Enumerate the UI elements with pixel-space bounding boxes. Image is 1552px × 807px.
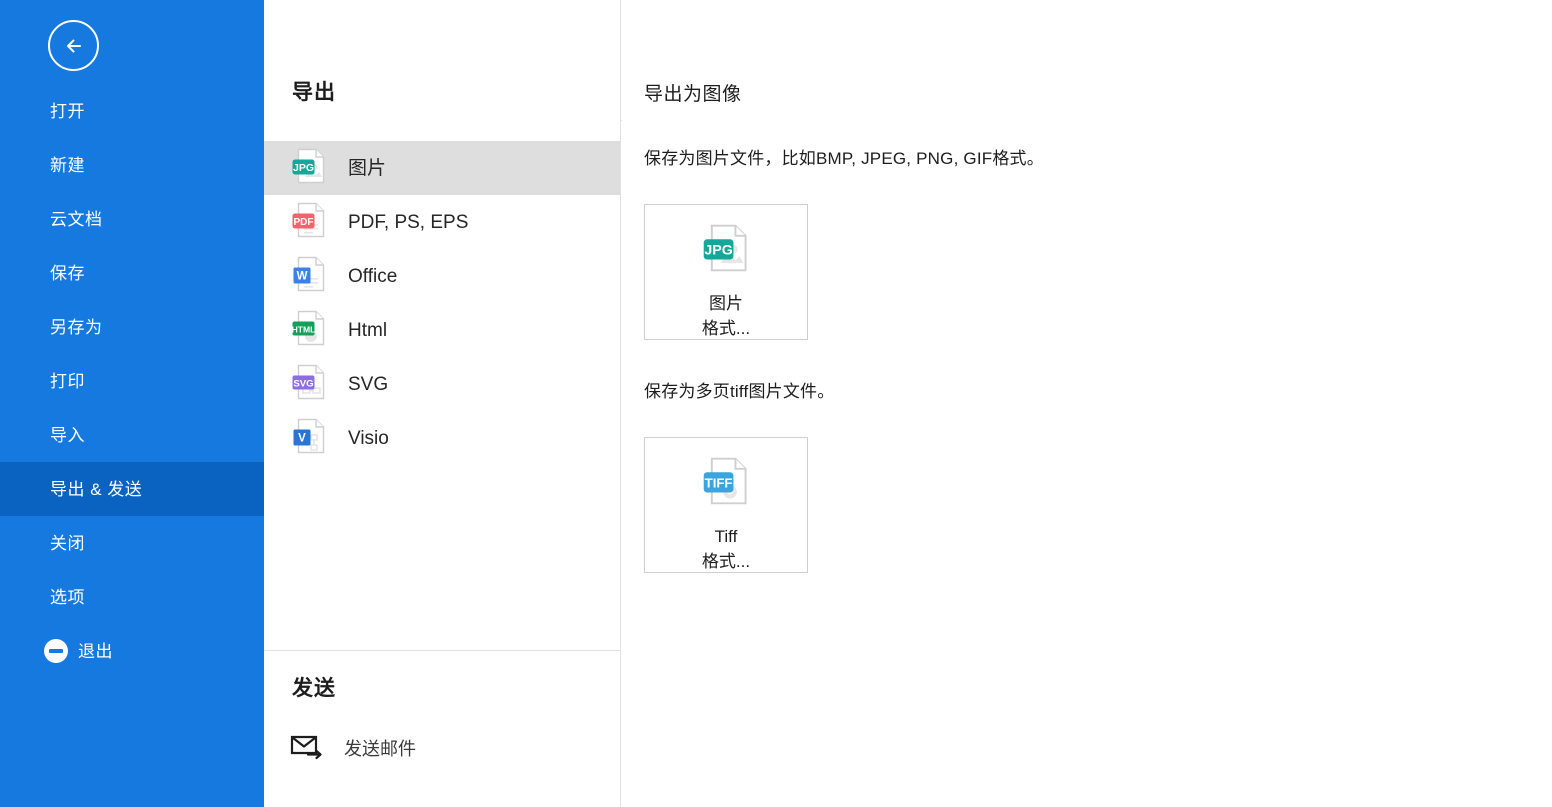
svg-text:V: V — [298, 432, 306, 444]
pdf-file-icon: PDF — [290, 200, 328, 245]
tile-caption-line2: 格式... — [701, 318, 751, 338]
back-arrow-icon — [60, 32, 88, 60]
no-entry-icon — [44, 639, 68, 663]
tile-caption-line1: Tiff — [714, 527, 738, 546]
sidebar-item-exit[interactable]: 退出 — [0, 624, 264, 678]
export-heading: 导出 — [292, 81, 336, 104]
send-item-label: 发送邮件 — [344, 739, 416, 759]
svg-text:TIFF: TIFF — [705, 475, 733, 490]
svg-text:JPG: JPG — [293, 161, 314, 173]
format-item-label: 图片 — [348, 157, 387, 179]
tiff-export-description: 保存为多页tiff图片文件。 — [644, 382, 835, 401]
jpg-file-icon: JPG — [700, 221, 752, 280]
html-file-icon: HTML — [290, 308, 328, 353]
format-item-label: PDF, PS, EPS — [348, 211, 469, 233]
format-item-visio[interactable]: V Visio — [264, 411, 620, 465]
sidebar-item-save-as[interactable]: 另存为 — [0, 300, 264, 354]
tile-caption-line2: 格式... — [701, 551, 751, 571]
mail-send-icon — [290, 732, 324, 767]
sidebar-item-print[interactable]: 打印 — [0, 354, 264, 408]
jpg-file-icon: JPG — [290, 146, 328, 191]
format-item-office[interactable]: W Office — [264, 249, 620, 303]
svg-text:JPG: JPG — [704, 242, 732, 258]
svg-text:PDF: PDF — [294, 216, 314, 227]
send-heading: 发送 — [292, 677, 336, 700]
sidebar-item-label: 退出 — [78, 641, 113, 661]
svg-text:W: W — [297, 270, 308, 282]
sidebar-item-close[interactable]: 关闭 — [0, 516, 264, 570]
svg-text:HTML: HTML — [292, 324, 316, 334]
sidebar: 打开 新建 云文档 保存 另存为 打印 导入 导出 & 发送 关闭 选项 退出 — [0, 0, 264, 807]
sidebar-item-label: 打印 — [50, 371, 85, 391]
sidebar-item-label: 选项 — [50, 587, 85, 607]
sidebar-item-options[interactable]: 选项 — [0, 570, 264, 624]
sidebar-item-label: 新建 — [50, 155, 85, 175]
tile-caption: Tiff 格式... — [702, 525, 750, 574]
format-item-html[interactable]: HTML Html — [264, 303, 620, 357]
svg-text:SVG: SVG — [293, 378, 313, 389]
sidebar-item-label: 导入 — [50, 425, 85, 445]
export-panel: 导出 JPG 图片 PDF PDF, PS, EPS W Office HTML… — [264, 0, 621, 807]
tiff-file-icon: TIFF — [700, 454, 752, 513]
sidebar-item-export-send[interactable]: 导出 & 发送 — [0, 462, 264, 516]
sidebar-item-label: 关闭 — [50, 533, 85, 553]
sidebar-item-label: 另存为 — [50, 317, 103, 337]
image-export-description: 保存为图片文件，比如BMP, JPEG, PNG, GIF格式。 — [644, 149, 1044, 168]
send-item-mail[interactable]: 发送邮件 — [264, 723, 620, 775]
sidebar-item-open[interactable]: 打开 — [0, 84, 264, 138]
format-item-pdf[interactable]: PDF PDF, PS, EPS — [264, 195, 620, 249]
tile-caption: 图片 格式... — [702, 292, 750, 341]
visio-file-icon: V — [290, 416, 328, 461]
sidebar-item-cloud-docs[interactable]: 云文档 — [0, 192, 264, 246]
backstage-view: 打开 新建 云文档 保存 另存为 打印 导入 导出 & 发送 关闭 选项 退出 … — [0, 0, 1552, 807]
sidebar-item-label: 打开 — [50, 101, 85, 121]
sidebar-item-new[interactable]: 新建 — [0, 138, 264, 192]
format-item-label: SVG — [348, 373, 389, 395]
image-format-tile[interactable]: JPG 图片 格式... — [644, 204, 808, 340]
export-format-list: JPG 图片 PDF PDF, PS, EPS W Office HTML Ht… — [264, 141, 620, 465]
tiff-format-tile[interactable]: TIFF Tiff 格式... — [644, 437, 808, 573]
sidebar-item-import[interactable]: 导入 — [0, 408, 264, 462]
sidebar-item-label: 保存 — [50, 263, 85, 283]
back-button[interactable] — [48, 20, 99, 71]
send-section-divider — [264, 650, 620, 651]
format-item-label: Visio — [348, 427, 389, 449]
tile-caption-line1: 图片 — [708, 294, 743, 313]
content-panel: 导出为图像 保存为图片文件，比如BMP, JPEG, PNG, GIF格式。 J… — [622, 0, 1552, 807]
format-item-image[interactable]: JPG 图片 — [264, 141, 620, 195]
content-heading: 导出为图像 — [644, 84, 742, 105]
format-item-svg[interactable]: SVG SVG — [264, 357, 620, 411]
svg-file-icon: SVG — [290, 362, 328, 407]
format-item-label: Html — [348, 319, 388, 341]
sidebar-item-save[interactable]: 保存 — [0, 246, 264, 300]
sidebar-item-label: 云文档 — [50, 209, 103, 229]
word-file-icon: W — [290, 254, 328, 299]
format-item-label: Office — [348, 265, 398, 287]
sidebar-item-label: 导出 & 发送 — [50, 479, 143, 499]
sidebar-nav: 打开 新建 云文档 保存 另存为 打印 导入 导出 & 发送 关闭 选项 退出 — [0, 84, 264, 678]
